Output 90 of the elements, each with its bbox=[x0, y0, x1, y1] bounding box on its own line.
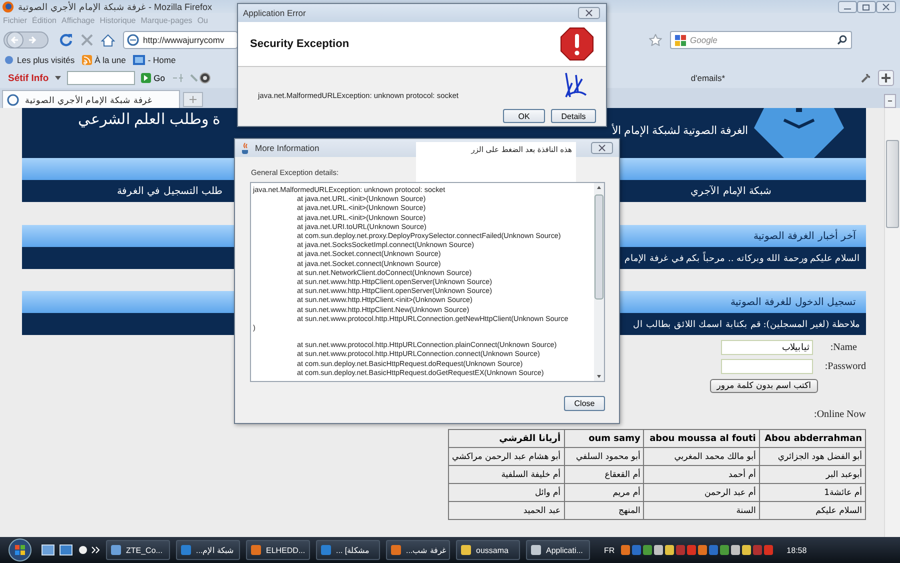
close-icon[interactable] bbox=[591, 142, 613, 154]
app-icon bbox=[110, 544, 122, 556]
taskbar-item[interactable]: ZTE_Co... bbox=[106, 540, 170, 560]
go-button[interactable]: Go bbox=[140, 73, 165, 83]
dialog-title: Application Error bbox=[243, 8, 306, 18]
java-icon bbox=[240, 142, 251, 154]
banner-title: ة وطلب العلم الشرعي bbox=[77, 110, 221, 128]
dropdown-icon[interactable] bbox=[54, 76, 61, 80]
ok-button[interactable]: OK bbox=[503, 109, 545, 123]
table-cell: المنهج bbox=[564, 502, 644, 520]
bookmark-link[interactable]: Les plus visités bbox=[17, 55, 75, 65]
toolbar-search-field[interactable] bbox=[66, 71, 135, 85]
toolbar-icons-drawing bbox=[170, 71, 211, 85]
browser-tab[interactable]: غرفة شبكة الإمام الأجري الصوتية bbox=[2, 90, 180, 108]
bookmark-link[interactable]: À la une bbox=[94, 55, 126, 65]
toolbar-text[interactable]: d'emails* bbox=[690, 73, 726, 83]
table-cell: أم أحمد bbox=[644, 466, 760, 484]
banner-subtitle: الغرفة الصوتية لشبكة الإمام الأ bbox=[612, 124, 748, 137]
details-text-area[interactable] bbox=[250, 182, 605, 382]
app-icon bbox=[460, 544, 472, 556]
taskbar-item[interactable]: ...شبكة الإم bbox=[176, 540, 240, 560]
rss-icon bbox=[82, 55, 92, 65]
site-icon bbox=[132, 55, 145, 65]
window-title: غرفة شبكة الإمام الأجري الصوتية - Mozilla Firefox bbox=[18, 2, 212, 12]
search-field[interactable]: Google bbox=[670, 31, 852, 49]
nav-link[interactable]: شبكة الإمام الآجري bbox=[690, 185, 771, 197]
clock[interactable]: 18:58 bbox=[786, 546, 807, 554]
table-cell: أم عبد الرحمن bbox=[644, 484, 760, 502]
table-cell: أبو مالك محمد المغربي bbox=[644, 448, 760, 466]
taskbar-item[interactable]: ELHEDD... bbox=[246, 540, 310, 560]
table-cell: abou moussa al fouti bbox=[644, 430, 760, 448]
scrollbar[interactable] bbox=[594, 183, 604, 381]
field-label: :Password bbox=[824, 361, 866, 372]
table-cell: أم القعقاع bbox=[564, 466, 644, 484]
table-cell: أبو الفضل هود الجزائري bbox=[759, 448, 866, 466]
google-logo-icon bbox=[675, 34, 686, 46]
table-cell: أم عائشة1 bbox=[759, 484, 866, 502]
field-label: :Name bbox=[829, 342, 858, 353]
bookmark-link[interactable]: - Home bbox=[148, 55, 176, 65]
close-icon[interactable] bbox=[578, 7, 600, 19]
table-cell: Abou abderrahman bbox=[759, 430, 866, 448]
name-field[interactable]: ثيابيلاب bbox=[721, 340, 813, 355]
table-cell: أريانا القرشي bbox=[448, 430, 564, 448]
table-cell: أم خليفة السلفية bbox=[448, 466, 564, 484]
dialog-title: More Information bbox=[255, 143, 320, 153]
scrollbar[interactable] bbox=[884, 108, 900, 537]
table-cell: أبو هشام عبد الرحمن مراكشي bbox=[448, 448, 564, 466]
quick-launch-icons-drawing bbox=[40, 543, 100, 557]
table-cell: السنة bbox=[644, 502, 760, 520]
online-label: :Online Now bbox=[814, 409, 866, 420]
nav-link[interactable]: طلب التسجيل في الغرفة bbox=[117, 185, 223, 197]
firefox-icon bbox=[2, 1, 14, 13]
taskbar-item[interactable]: ... [مشكلة bbox=[316, 540, 380, 560]
back-forward-icon[interactable] bbox=[3, 30, 51, 50]
details-button[interactable]: Details bbox=[551, 109, 596, 123]
bookmark-icon bbox=[4, 55, 14, 65]
taskbar-item[interactable]: oussama bbox=[456, 540, 520, 560]
password-field[interactable] bbox=[721, 359, 813, 374]
app-icon bbox=[320, 544, 332, 556]
toolbar-brand[interactable]: Sétif Info bbox=[8, 72, 49, 84]
table-cell: عبد الحميد bbox=[448, 502, 564, 520]
home-icon[interactable] bbox=[101, 34, 115, 46]
app-icon bbox=[530, 544, 542, 556]
close-dialog-button[interactable]: Close bbox=[564, 396, 605, 411]
table-cell: oum samy bbox=[564, 430, 644, 448]
app-icon bbox=[250, 544, 262, 556]
table-cell: أبوعبد البر bbox=[759, 466, 866, 484]
window-controls-icon[interactable] bbox=[838, 1, 896, 13]
search-icon[interactable] bbox=[837, 35, 847, 45]
app-icon bbox=[180, 544, 192, 556]
dialog-heading: Security Exception bbox=[250, 38, 350, 50]
taskbar-item[interactable]: ...غرفة شب bbox=[386, 540, 450, 560]
reload-icon[interactable] bbox=[59, 33, 73, 47]
table-cell: أبو محمود السلفي bbox=[564, 448, 644, 466]
address-field[interactable]: http://wwwajurrycomv bbox=[123, 31, 238, 49]
app-icon bbox=[390, 544, 402, 556]
table-cell: أم وائل bbox=[448, 484, 564, 502]
start-button-icon[interactable] bbox=[6, 538, 34, 562]
add-icon[interactable] bbox=[878, 70, 894, 86]
table-cell: السلام عليكم bbox=[759, 502, 866, 520]
play-icon bbox=[140, 73, 151, 83]
search-placeholder: Google bbox=[690, 35, 718, 45]
tab-list-icon[interactable] bbox=[884, 94, 896, 108]
error-icon bbox=[560, 27, 594, 61]
taskbar-item[interactable]: Applicati... bbox=[526, 540, 590, 560]
login-button[interactable]: اكتب اسم بدون كلمة مرور bbox=[710, 379, 818, 393]
table-cell: أم مريم bbox=[564, 484, 644, 502]
star-icon[interactable] bbox=[649, 34, 662, 46]
wrench-icon[interactable] bbox=[860, 72, 872, 84]
language-indicator[interactable]: FR bbox=[604, 546, 615, 554]
